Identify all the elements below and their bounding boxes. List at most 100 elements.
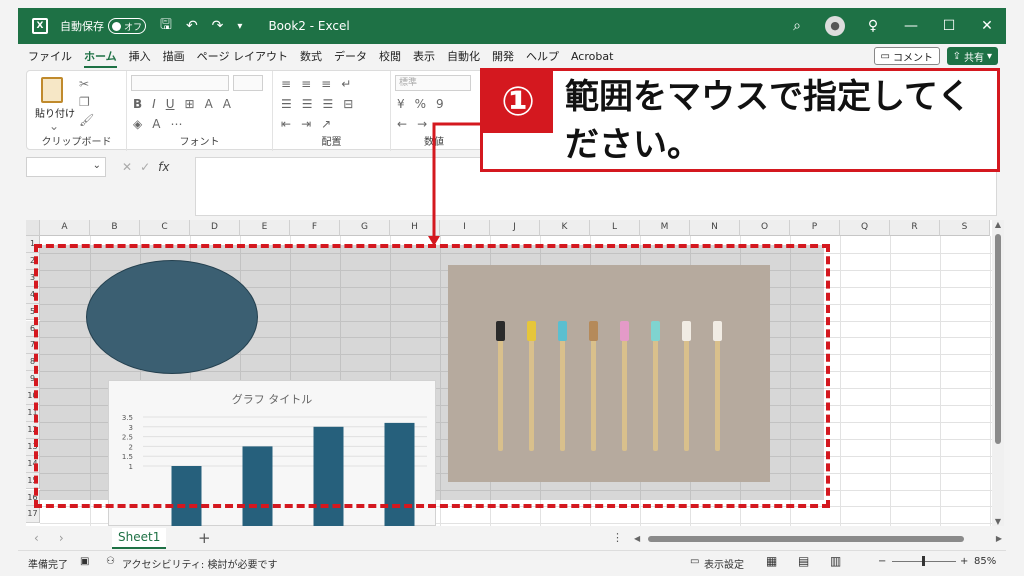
accessibility-status[interactable]: アクセシビリティ: 検討が必要です [122,556,277,571]
zoom-level[interactable]: 85% [974,556,996,567]
avatar[interactable]: ● [825,16,845,36]
tab-help[interactable]: ヘルプ [526,48,559,64]
insert-function-icon[interactable]: fx [158,160,169,174]
scroll-left-icon[interactable]: ◀ [634,534,640,543]
number-format-dropdown[interactable]: 標準 [395,75,471,91]
zoom-slider-knob[interactable] [922,556,925,566]
accessibility-icon[interactable]: ⚇ [106,556,115,567]
tab-review[interactable]: 校閲 [379,48,401,64]
comma-icon[interactable]: 9 [436,97,444,111]
scroll-down-icon[interactable]: ▼ [992,517,1004,526]
indent-decrease-icon[interactable]: ⇤ [281,117,291,131]
column-header-a[interactable]: A [40,220,90,236]
vertical-scroll-thumb[interactable] [995,234,1001,444]
horizontal-scrollbar[interactable]: ◀ ▶ [628,534,1006,544]
tab-automate[interactable]: 自動化 [447,48,480,64]
align-center-icon[interactable]: ☰ [302,97,313,111]
bold-icon[interactable]: B [133,97,142,111]
align-middle-icon[interactable]: ≡ [301,77,311,91]
add-sheet-icon[interactable]: + [198,529,211,547]
zoom-out-button[interactable]: − [878,556,886,567]
column-header-f[interactable]: F [290,220,340,236]
underline-icon[interactable]: U [166,97,175,111]
sheet-next-icon[interactable]: › [59,531,64,545]
save-icon[interactable]: 🖫 [160,14,172,38]
currency-icon[interactable]: ¥ [397,97,405,111]
tab-formulas[interactable]: 数式 [300,48,322,64]
percent-icon[interactable]: % [415,97,426,111]
column-header-l[interactable]: L [590,220,640,236]
column-header-b[interactable]: B [90,220,140,236]
chevron-down-icon[interactable]: ⌄ [93,160,101,171]
confirm-icon[interactable]: ✓ [140,160,150,174]
row-header-17[interactable]: 17 [26,506,40,524]
scroll-up-icon[interactable]: ▲ [992,220,1004,229]
maximize-icon[interactable]: ☐ [930,18,968,34]
page-break-view-icon[interactable]: ▥ [830,554,841,568]
italic-icon[interactable]: I [152,97,156,111]
scroll-right-icon[interactable]: ▶ [996,534,1002,543]
customize-quick-access-icon[interactable]: ▾ [237,21,242,32]
comment-button[interactable]: ▭ コメント [873,47,940,65]
minimize-icon[interactable]: — [892,18,930,34]
align-bottom-icon[interactable]: ≡ [321,77,331,91]
column-header-n[interactable]: N [690,220,740,236]
lightbulb-icon[interactable]: ♀ [854,18,892,34]
tab-file[interactable]: ファイル [28,48,72,64]
column-header-h[interactable]: H [390,220,440,236]
sheet-prev-icon[interactable]: ‹ [34,531,39,545]
column-header-p[interactable]: P [790,220,840,236]
page-layout-view-icon[interactable]: ▤ [798,554,809,568]
display-settings-icon[interactable]: ▭ [690,556,699,567]
horizontal-scroll-thumb[interactable] [648,536,964,542]
column-header-r[interactable]: R [890,220,940,236]
search-icon[interactable]: ⌕ [778,18,816,34]
column-header-q[interactable]: Q [840,220,890,236]
vertical-scrollbar[interactable]: ▲ ▼ [992,220,1004,526]
undo-icon[interactable]: ↶ [186,18,198,34]
redo-icon[interactable]: ↷ [212,18,224,34]
indent-increase-icon[interactable]: ⇥ [301,117,311,131]
column-header-o[interactable]: O [740,220,790,236]
wrap-text-icon[interactable]: ↵ [341,77,351,91]
column-header-j[interactable]: J [490,220,540,236]
paste-icon[interactable] [41,77,63,103]
copy-icon[interactable]: ❐ [79,95,90,109]
select-all-corner[interactable] [26,220,40,236]
tab-home[interactable]: ホーム [84,48,117,68]
border-icon[interactable]: ⊞ [185,97,195,111]
macro-record-icon[interactable]: ▣ [80,556,89,567]
tab-data[interactable]: データ [334,48,367,64]
more-options-icon[interactable]: ⋮ [612,531,623,544]
font-grow-icon[interactable]: A [205,97,213,111]
tab-view[interactable]: 表示 [413,48,435,64]
orientation-icon[interactable]: ↗ [321,117,331,131]
increase-decimal-icon[interactable]: ← [397,117,407,131]
format-painter-icon[interactable]: 🖌 [79,113,94,127]
tab-insert[interactable]: 挿入 [129,48,151,64]
font-shrink-icon[interactable]: A [223,97,231,111]
close-icon[interactable]: ✕ [968,18,1006,34]
sheet-tab-sheet1[interactable]: Sheet1 [112,528,167,549]
align-left-icon[interactable]: ☰ [281,97,292,111]
tab-page-layout[interactable]: ページ レイアウト [197,48,288,64]
tab-draw[interactable]: 描画 [163,48,185,64]
paste-label[interactable]: 貼り付け [35,105,75,120]
more-icon[interactable]: ⋯ [170,117,182,131]
column-header-s[interactable]: S [940,220,990,236]
cancel-icon[interactable]: ✕ [122,160,132,174]
fill-color-icon[interactable]: ◈ [133,117,142,131]
font-color-icon[interactable]: A [152,117,160,131]
column-header-c[interactable]: C [140,220,190,236]
column-header-g[interactable]: G [340,220,390,236]
normal-view-icon[interactable]: ▦ [766,554,777,568]
font-name-dropdown[interactable] [131,75,229,91]
align-right-icon[interactable]: ☰ [323,97,334,111]
display-settings-label[interactable]: 表示設定 [704,556,744,571]
font-size-dropdown[interactable] [233,75,263,91]
name-box[interactable]: ⌄ [26,157,106,177]
tab-acrobat[interactable]: Acrobat [571,50,613,63]
cut-icon[interactable]: ✂ [79,77,89,91]
column-header-e[interactable]: E [240,220,290,236]
decrease-decimal-icon[interactable]: → [417,117,427,131]
